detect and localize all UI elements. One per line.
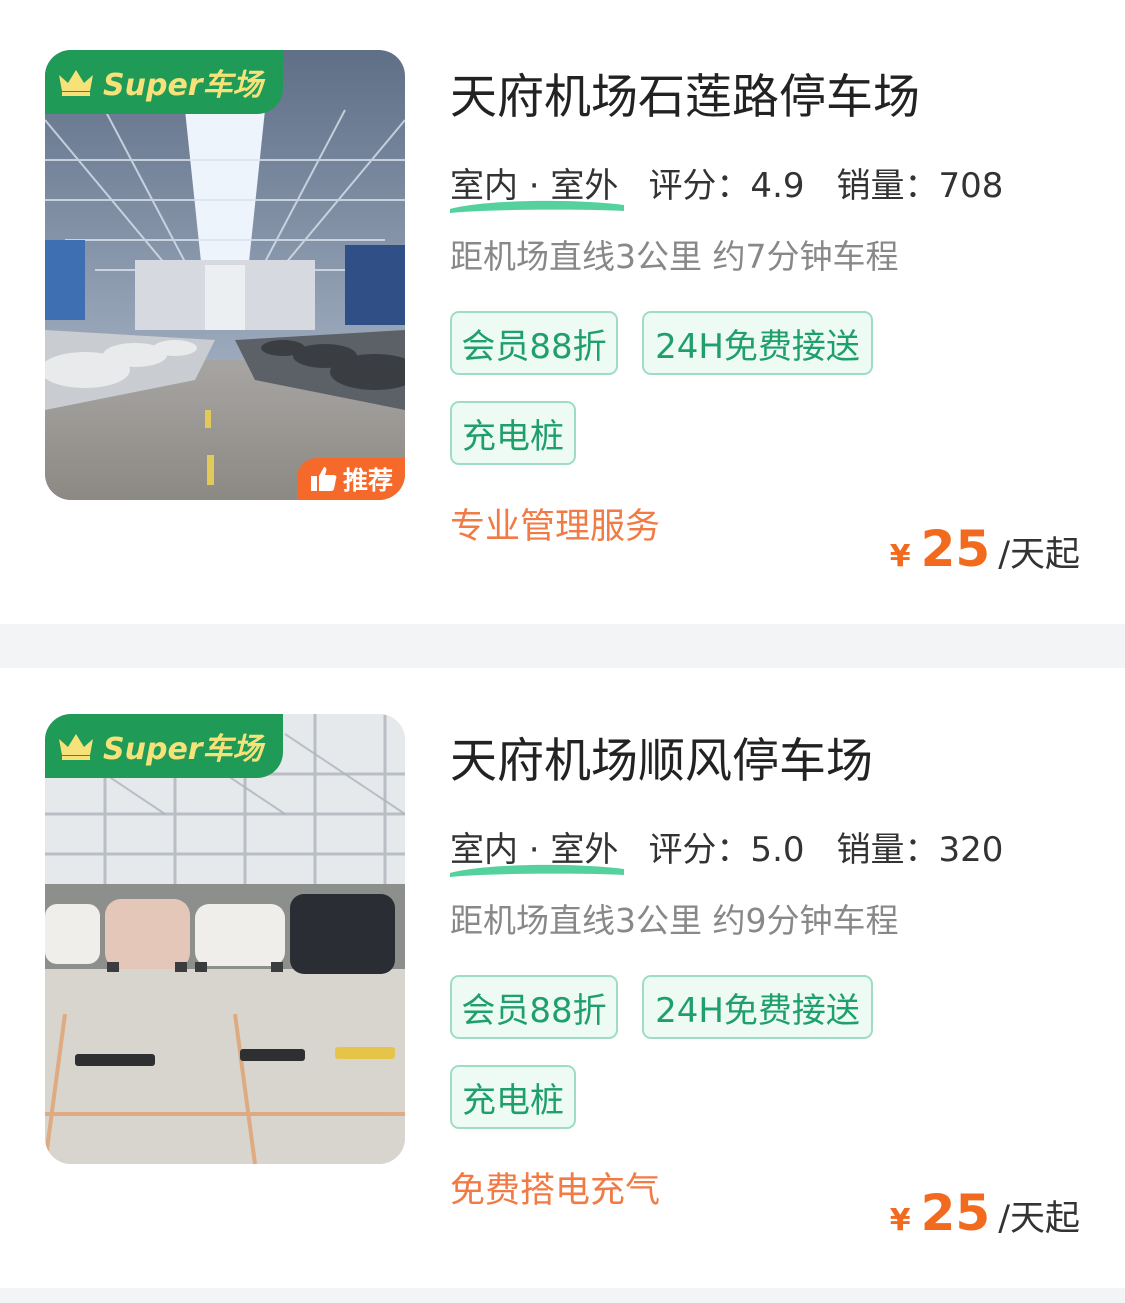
rating-text: 评分：5.0 [648, 830, 805, 870]
distance-text: 距机场直线3公里 约9分钟车程 [450, 901, 899, 940]
distance-text: 距机场直线3公里 约7分钟车程 [450, 237, 899, 276]
recommended-label: 推荐 [342, 466, 393, 495]
super-lot-badge: Super车场 [45, 50, 283, 114]
parking-lot-card[interactable]: Super车场 天府机场顺风停车场 室内 · 室外 评分：5.0 销量：320 … [0, 668, 1125, 1288]
price-amount: 25 [920, 1184, 991, 1242]
tag-member-discount: 会员88折 [450, 975, 618, 1039]
price-block: ¥ 25 /天起 [890, 1184, 1080, 1242]
parking-lot-title[interactable]: 天府机场顺风停车场 [450, 722, 873, 791]
parking-lot-photo[interactable]: Super车场 [45, 714, 405, 1164]
price-amount: 25 [920, 520, 991, 578]
recommended-badge: 推荐 [297, 458, 405, 500]
parking-lot-meta: 室内 · 室外 评分：5.0 销量：320 [450, 822, 1004, 877]
super-lot-label: Super车场 [103, 732, 263, 767]
parking-lot-title[interactable]: 天府机场石莲路停车场 [450, 58, 920, 127]
indoor-garage-image [45, 50, 405, 500]
parking-lot-meta: 室内 · 室外 评分：4.9 销量：708 [450, 158, 1004, 213]
price-unit: /天起 [998, 1199, 1080, 1239]
sales-text: 销量：708 [836, 166, 1004, 206]
tag-free-shuttle: 24H免费接送 [642, 311, 873, 375]
currency-symbol: ¥ [889, 1203, 911, 1238]
super-lot-label: Super车场 [103, 68, 263, 103]
thumbs-up-icon [310, 467, 337, 491]
rating-text: 评分：4.9 [648, 166, 805, 206]
tag-free-shuttle: 24H免费接送 [642, 975, 873, 1039]
tag-charging-pile: 充电桩 [450, 1065, 576, 1129]
parking-lot-card[interactable]: Super车场 推荐 天府机场石莲路停车场 室内 · 室外 评分：4.9 销量：… [0, 0, 1125, 624]
environment-label: 室内 · 室外 [450, 158, 624, 213]
parking-lot-photo[interactable]: Super车场 推荐 [45, 50, 405, 500]
promo-text: 免费搭电充气 [450, 1171, 661, 1211]
environment-label: 室内 · 室外 [450, 822, 624, 877]
super-lot-badge: Super车场 [45, 714, 283, 778]
price-unit: /天起 [998, 535, 1080, 575]
crown-icon [59, 734, 93, 760]
covered-parking-image [45, 714, 405, 1164]
sales-text: 销量：320 [836, 830, 1004, 870]
crown-icon [59, 70, 93, 96]
tag-charging-pile: 充电桩 [450, 401, 576, 465]
price-block: ¥ 25 /天起 [890, 520, 1080, 578]
tag-member-discount: 会员88折 [450, 311, 618, 375]
promo-text: 专业管理服务 [450, 507, 661, 547]
currency-symbol: ¥ [889, 539, 911, 574]
